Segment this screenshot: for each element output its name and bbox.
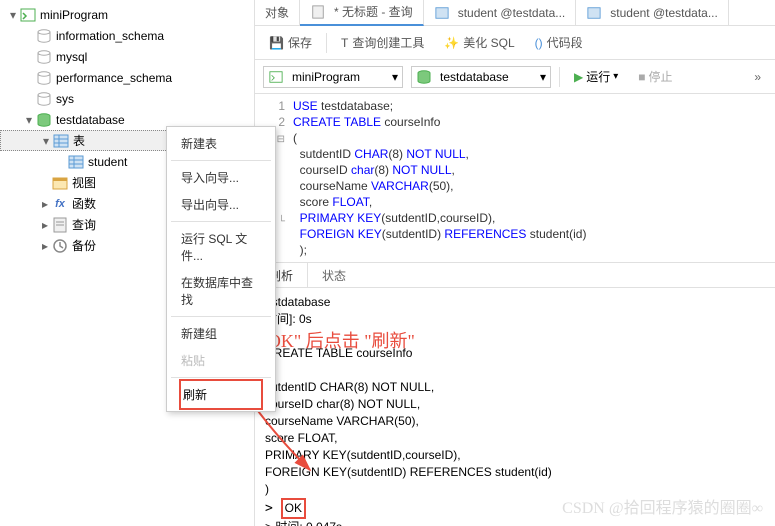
menu-export[interactable]: 导出向导... [167,191,275,218]
conn-icon [20,7,36,23]
overflow-button[interactable]: » [748,70,767,84]
tab-query[interactable]: * 无标题 - 查询 [300,0,424,26]
db-mysql[interactable]: mysql [0,46,254,67]
query-builder-button[interactable]: T查询创建工具 [335,31,430,54]
main-tabs: 对象 * 无标题 - 查询 student @testdata... stude… [255,0,775,26]
query-icon [52,217,68,233]
stop-icon: ■ [638,70,645,84]
backup-icon [52,238,68,254]
tab-student2[interactable]: student @testdata... [576,0,729,26]
database-icon [36,112,52,128]
beautify-icon: ✨ [444,36,459,50]
database-icon [416,69,432,85]
database-icon [36,91,52,107]
tab-objects[interactable]: 对象 [255,0,300,26]
chevron-down-icon: ▾ [540,70,546,84]
conn-icon [268,69,284,85]
beautify-button[interactable]: ✨美化 SQL [438,31,520,54]
database-icon [36,49,52,65]
result-panel: estdatabase 时间]: 0s CREATE TABLE courseI… [255,288,775,526]
save-button[interactable]: 💾保存 [263,31,318,54]
function-icon: fx [52,196,68,212]
table-icon [68,154,84,170]
db-perf-schema[interactable]: performance_schema [0,67,254,88]
stop-button: ■停止 [632,65,678,88]
chevron-down-icon: ▾ [392,70,398,84]
db-sys[interactable]: sys [0,88,254,109]
db-select[interactable]: testdatabase ▾ [411,66,551,88]
tab-status[interactable]: 状态 [308,263,360,287]
table-icon [586,5,602,21]
conn-select[interactable]: miniProgram ▾ [263,66,403,88]
menu-new-table[interactable]: 新建表 [167,130,275,157]
view-icon [52,175,68,191]
menu-import[interactable]: 导入向导... [167,164,275,191]
code-content: USE testdatabase; CREATE TABLE courseInf… [293,98,775,258]
chevron-down-icon: ▾ [613,71,618,82]
menu-run-sql[interactable]: 运行 SQL 文件... [167,225,275,269]
table-icon [53,133,69,149]
context-menu: 新建表 导入向导... 导出向导... 运行 SQL 文件... 在数据库中查找… [166,126,276,412]
result-tabs: 剖析 状态 [255,262,775,288]
result-time2: > 时间: 0.047s [265,520,342,526]
save-icon: 💾 [269,36,284,50]
run-button[interactable]: ▶运行▾ [568,65,624,88]
database-icon [36,28,52,44]
tab-student1[interactable]: student @testdata... [424,0,577,26]
db-info-schema[interactable]: information_schema [0,25,254,46]
table-icon [434,5,450,21]
conn-label: miniProgram [40,8,108,22]
conn-miniprogram[interactable]: ▾ miniProgram [0,4,254,25]
ok-indicator: OK [281,498,306,519]
database-icon [36,70,52,86]
code-editor[interactable]: 1 2 3⊟ └ USE testdatabase; CREATE TABLE … [255,94,775,262]
menu-new-group[interactable]: 新建组 [167,320,275,347]
menu-paste: 粘贴 [167,347,275,374]
snippet-button[interactable]: ()代码段 [529,31,589,54]
selectors: miniProgram ▾ testdatabase ▾ ▶运行▾ ■停止 » [255,60,775,94]
play-icon: ▶ [574,70,583,84]
toolbar: 💾保存 T查询创建工具 ✨美化 SQL ()代码段 [255,26,775,60]
main-panel: 对象 * 无标题 - 查询 student @testdata... stude… [255,0,775,526]
sidebar: ▾ miniProgram information_schema mysql p… [0,0,255,526]
result-body: CREATE TABLE courseInfo ( sutdentID CHAR… [265,346,552,496]
menu-refresh[interactable]: 刷新 [179,379,263,410]
menu-find-db[interactable]: 在数据库中查找 [167,269,275,313]
builder-icon: T [341,36,348,50]
query-icon [310,4,326,20]
snippet-icon: () [535,36,543,50]
